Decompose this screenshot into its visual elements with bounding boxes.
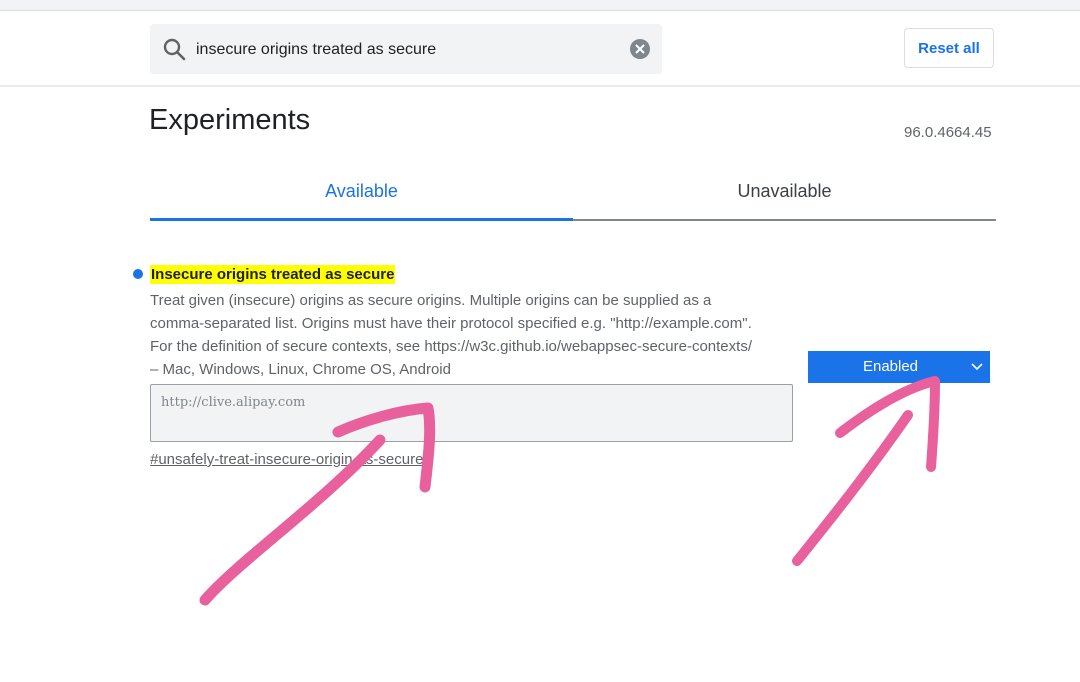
reset-all-button[interactable]: Reset all <box>904 28 994 68</box>
search-icon <box>163 38 186 61</box>
experiment-title: Insecure origins treated as secure <box>150 265 396 284</box>
page-title: Experiments <box>149 104 311 136</box>
tab-unavailable[interactable]: Unavailable <box>573 166 996 221</box>
annotation-arrow-right-head <box>835 376 940 472</box>
browser-top-strip <box>0 0 1080 11</box>
chevron-down-icon <box>971 363 983 371</box>
description-line: For the definition of secure contexts, s… <box>150 338 752 355</box>
description-line: – Mac, Windows, Linux, Chrome OS, Androi… <box>150 361 451 378</box>
origins-textarea[interactable]: http://clive.alipay.com <box>150 384 793 442</box>
search-box[interactable] <box>150 24 662 76</box>
experiment-state-select[interactable]: Enabled <box>808 351 990 383</box>
tab-bar: Available Unavailable <box>150 166 996 221</box>
close-circle-icon[interactable] <box>629 38 651 60</box>
search-input[interactable] <box>194 24 618 76</box>
version-label: 96.0.4664.45 <box>904 124 992 141</box>
experiment-description: Treat given (insecure) origins as secure… <box>150 289 800 381</box>
annotation-arrow-right-shaft <box>792 410 913 566</box>
flags-header: Reset all <box>0 11 1080 87</box>
tab-available[interactable]: Available <box>150 166 573 221</box>
description-line: comma-separated list. Origins must have … <box>150 315 752 332</box>
description-line: Treat given (insecure) origins as secure… <box>150 292 712 309</box>
select-value: Enabled <box>862 358 919 375</box>
modified-indicator-dot <box>133 269 143 279</box>
experiment-permalink[interactable]: #unsafely-treat-insecure-origin-as-secur… <box>150 451 423 468</box>
